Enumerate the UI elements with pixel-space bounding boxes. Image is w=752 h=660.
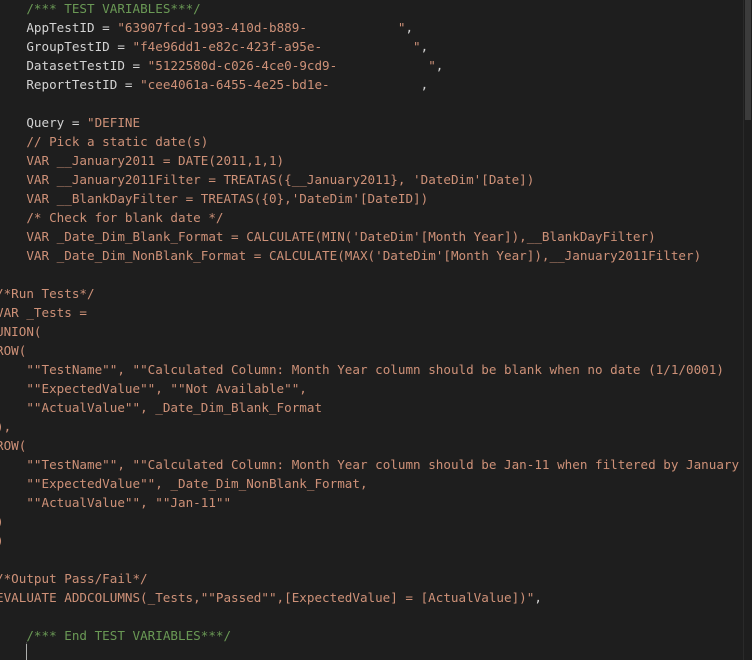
code-line[interactable]: VAR __BlankDayFilter = TREATAS({0},'Date… (0, 189, 428, 208)
code-string: VAR __January2011Filter = TREATAS({__Jan… (26, 172, 535, 187)
code-line[interactable]: DatasetTestID = "5122580d-c026-4ce0-9cd9… (0, 56, 443, 75)
code-text: , (405, 20, 414, 35)
code-text: , (420, 39, 429, 54)
code-string: VAR _Date_Dim_Blank_Format = CALCULATE(M… (26, 229, 656, 244)
code-line[interactable]: /*Output Pass/Fail*/ (0, 569, 148, 588)
code-line[interactable]: /*** TEST VARIABLES***/ (0, 0, 201, 18)
code-line[interactable]: ReportTestID = "cee4061a-6455-4e25-bd1e-… (0, 75, 428, 94)
code-line[interactable]: GroupTestID = "f4e96dd1-e82c-423f-a95e- … (0, 37, 428, 56)
code-line[interactable]: ) (0, 531, 4, 550)
code-editor[interactable]: /*** TEST VARIABLES***/ AppTestID = "639… (0, 0, 744, 660)
code-string: EVALUATE ADDCOLUMNS(_Tests,""Passed"",[E… (0, 590, 535, 605)
code-string: "63907fcd-1993-410d-b889- " (117, 20, 406, 35)
code-text: , (420, 77, 429, 92)
code-string: VAR _Date_Dim_NonBlank_Format = CALCULAT… (26, 248, 702, 263)
code-string: // Pick a static date(s) (26, 134, 209, 149)
code-text: AppTestID = (26, 20, 118, 35)
code-line[interactable]: AppTestID = "63907fcd-1993-410d-b889- ", (0, 18, 413, 37)
code-line[interactable]: ) (0, 512, 4, 531)
code-string: ) (0, 533, 4, 548)
code-string: ), (0, 419, 12, 434)
code-string: ROW( (0, 438, 27, 453)
code-text: GroupTestID = (26, 39, 133, 54)
code-line[interactable]: VAR __January2011 = DATE(2011,1,1) (0, 151, 284, 170)
code-line[interactable]: ROW( (0, 436, 26, 455)
code-string: "5122580d-c026-4ce0-9cd9- " (147, 58, 436, 73)
code-line[interactable]: VAR _Tests = (0, 303, 87, 322)
code-text: DatasetTestID = (26, 58, 148, 73)
code-line[interactable]: ""ExpectedValue"", _Date_Dim_NonBlank_Fo… (0, 474, 368, 493)
code-line[interactable]: /* Check for blank date */ (0, 208, 223, 227)
code-string: ROW( (0, 343, 27, 358)
code-string: "f4e96dd1-e82c-423f-a95e- " (132, 39, 421, 54)
code-line[interactable]: VAR _Date_Dim_NonBlank_Format = CALCULAT… (0, 246, 701, 265)
code-line[interactable]: ""ExpectedValue"", ""Not Available"", (0, 379, 307, 398)
code-text: Query = (26, 115, 88, 130)
vertical-scrollbar[interactable] (743, 0, 752, 660)
code-string: ""ActualValue"", _Date_Dim_Blank_Format (26, 400, 323, 415)
code-string: "DEFINE (87, 115, 141, 130)
code-line[interactable]: VAR __January2011Filter = TREATAS({__Jan… (0, 170, 534, 189)
code-string: "cee4061a-6455-4e25-bd1e- (140, 77, 421, 92)
code-line[interactable]: ), (0, 417, 11, 436)
code-string: ""TestName"", ""Calculated Column: Month… (26, 362, 724, 377)
code-text: , (435, 58, 444, 73)
code-line[interactable]: UNION( (0, 322, 42, 341)
code-string: UNION( (0, 324, 42, 339)
code-line[interactable]: ROW( (0, 341, 26, 360)
code-line[interactable]: VAR _Date_Dim_Blank_Format = CALCULATE(M… (0, 227, 656, 246)
text-cursor (26, 644, 27, 660)
code-text: , (534, 590, 542, 605)
code-string: /*Run Tests*/ (0, 286, 95, 301)
code-string: VAR _Tests = (0, 305, 87, 320)
code-line[interactable]: ""ActualValue"", ""Jan-11"" (0, 493, 231, 512)
code-string: ""ActualValue"", ""Jan-11"" (26, 495, 232, 510)
code-line[interactable]: ""TestName"", ""Calculated Column: Month… (0, 360, 724, 379)
code-string: ""ExpectedValue"", ""Not Available"", (26, 381, 307, 396)
code-line[interactable]: EVALUATE ADDCOLUMNS(_Tests,""Passed"",[E… (0, 588, 542, 607)
code-string: ""ExpectedValue"", _Date_Dim_NonBlank_Fo… (26, 476, 368, 491)
code-line[interactable]: // Pick a static date(s) (0, 132, 208, 151)
code-string: ) (0, 514, 4, 529)
scrollbar-thumb[interactable] (745, 0, 751, 120)
code-line[interactable]: /*** End TEST VARIABLES***/ (0, 626, 231, 645)
code-comment: /*** End TEST VARIABLES***/ (26, 628, 232, 643)
code-line[interactable]: /*Run Tests*/ (0, 284, 95, 303)
code-string: ""TestName"", ""Calculated Column: Month… (26, 457, 740, 472)
code-string: VAR __January2011 = DATE(2011,1,1) (26, 153, 285, 168)
code-text: ReportTestID = (26, 77, 141, 92)
code-line[interactable]: ""ActualValue"", _Date_Dim_Blank_Format (0, 398, 322, 417)
code-string: /*Output Pass/Fail*/ (0, 571, 148, 586)
code-line[interactable]: ""TestName"", ""Calculated Column: Month… (0, 455, 739, 474)
code-string: VAR __BlankDayFilter = TREATAS({0},'Date… (26, 191, 429, 206)
code-string: /* Check for blank date */ (26, 210, 224, 225)
code-comment: /*** TEST VARIABLES***/ (26, 1, 201, 16)
code-line[interactable]: Query = "DEFINE (0, 113, 140, 132)
